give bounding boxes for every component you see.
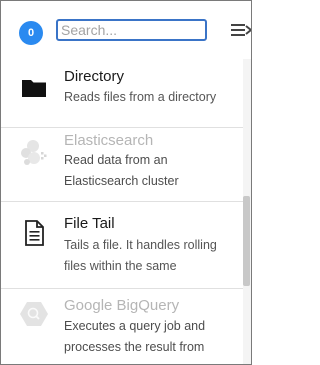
item-description: Reads files from a directory	[64, 90, 217, 104]
list-item-google-bigquery[interactable]: Google BigQuery Executes a query job and…	[1, 289, 243, 357]
stage-list: Directory Reads files from a directory E…	[1, 59, 243, 364]
item-title: File Tail	[64, 215, 115, 232]
item-description: Read data from an Elasticsearch cluster	[64, 153, 179, 188]
scrollbar-thumb[interactable]	[243, 196, 250, 286]
count-badge[interactable]: 0	[19, 21, 43, 45]
search-input[interactable]	[56, 19, 207, 41]
item-description: Tails a file. It handles rolling files w…	[64, 238, 217, 273]
panel-header: 0	[1, 1, 251, 59]
bigquery-icon	[20, 302, 48, 326]
folder-icon	[22, 80, 46, 97]
item-title: Google BigQuery	[64, 297, 180, 314]
elasticsearch-icon	[21, 140, 47, 165]
item-description: Executes a query job and processes the r…	[64, 319, 206, 354]
list-item-file-tail[interactable]: File Tail Tails a file. It handles rolli…	[1, 202, 243, 273]
list-item-elasticsearch[interactable]: Elasticsearch Read data from an Elastics…	[1, 128, 243, 196]
list-item-directory[interactable]: Directory Reads files from a directory	[1, 59, 243, 127]
item-title: Directory	[64, 68, 125, 85]
file-icon	[25, 220, 44, 246]
stage-library-panel: 0 Directory Reads files from a directory	[0, 0, 252, 365]
collapse-panel-icon[interactable]	[231, 21, 252, 39]
item-title: Elasticsearch	[64, 132, 154, 149]
